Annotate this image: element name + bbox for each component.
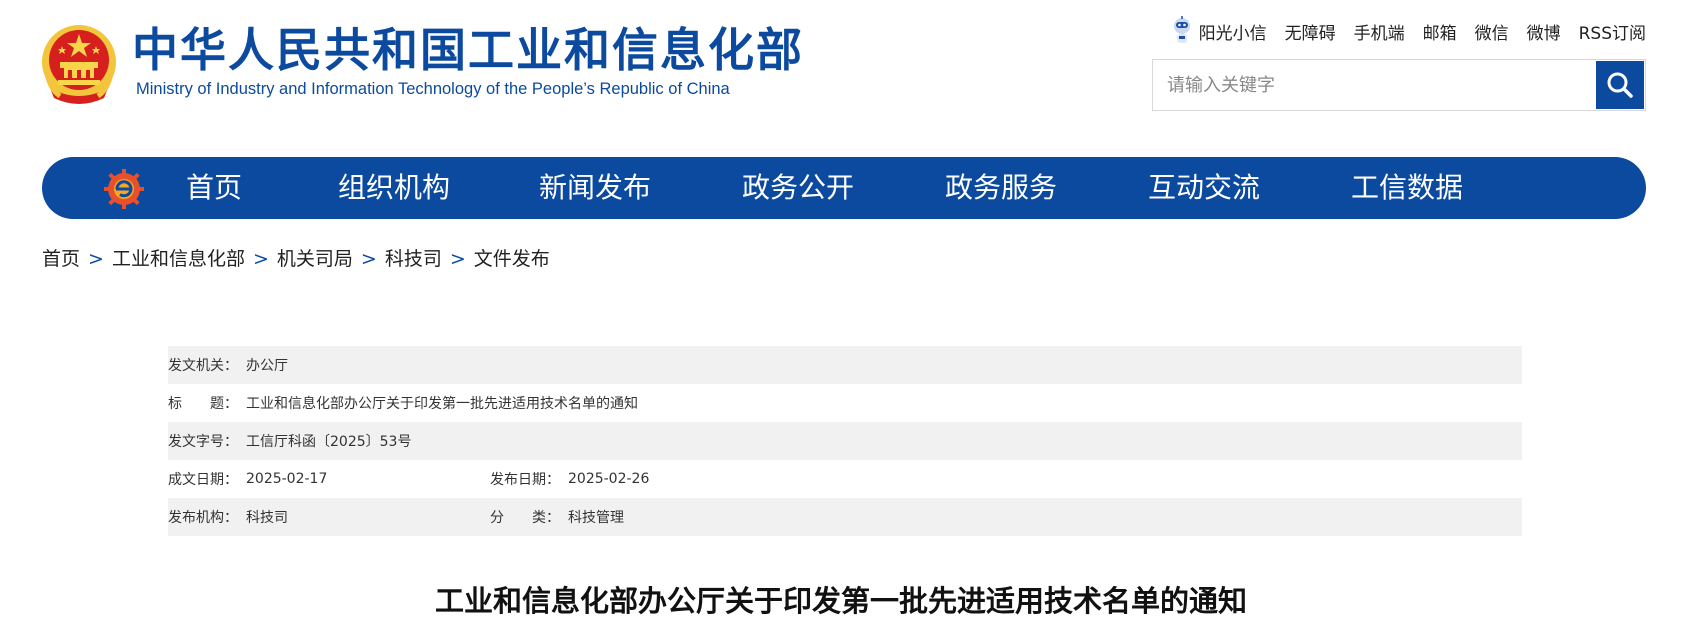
nav-item-organization[interactable]: 组织机构 xyxy=(338,157,450,219)
miit-gear-logo-icon[interactable] xyxy=(104,169,144,209)
category-label: 分 类： xyxy=(490,510,560,526)
nav-item-data[interactable]: 工信数据 xyxy=(1351,157,1463,219)
national-emblem-icon[interactable] xyxy=(40,22,118,106)
link-sunshine-xiaoxin[interactable]: 阳光小信 xyxy=(1199,19,1267,44)
docno-label: 发文字号： xyxy=(168,434,238,450)
site-logo-title[interactable]: 中华人民共和国工业和信息化部 xyxy=(132,22,804,78)
org-label: 发布机构： xyxy=(168,510,238,526)
breadcrumb-miit[interactable]: 工业和信息化部 xyxy=(112,248,245,270)
link-wechat[interactable]: 微信 xyxy=(1475,19,1509,44)
published-date-value: 2025-02-26 xyxy=(568,471,650,487)
info-row-org-category: 发布机构： 科技司 分 类： 科技管理 xyxy=(168,498,1522,536)
main-nav: 首页 组织机构 新闻发布 政务公开 政务服务 互动交流 工信数据 xyxy=(42,157,1646,219)
breadcrumb-separator: > xyxy=(360,248,377,270)
breadcrumb-home[interactable]: 首页 xyxy=(42,248,80,270)
top-links: 阳光小信 无障碍 手机端 邮箱 微信 微博 RSS订阅 xyxy=(1171,16,1646,46)
link-rss[interactable]: RSS订阅 xyxy=(1579,19,1646,44)
link-email[interactable]: 邮箱 xyxy=(1423,19,1457,44)
nav-item-government-services[interactable]: 政务服务 xyxy=(945,157,1057,219)
title-value: 工业和信息化部办公厅关于印发第一批先进适用技术名单的通知 xyxy=(246,396,638,412)
created-date-label: 成文日期： xyxy=(168,472,238,488)
info-row-dates: 成文日期： 2025-02-17 发布日期： 2025-02-26 xyxy=(168,460,1522,498)
breadcrumb-science-dept[interactable]: 科技司 xyxy=(385,248,442,270)
article-title: 工业和信息化部办公厅关于印发第一批先进适用技术名单的通知 xyxy=(434,584,1247,618)
robot-mascot-icon[interactable] xyxy=(1171,16,1193,46)
search-input[interactable] xyxy=(1153,60,1595,110)
issuer-value: 办公厅 xyxy=(246,358,288,374)
link-accessibility[interactable]: 无障碍 xyxy=(1285,19,1336,44)
breadcrumb: 首页 > 工业和信息化部 > 机关司局 > 科技司 > 文件发布 xyxy=(42,244,550,271)
search-icon xyxy=(1607,72,1633,98)
breadcrumb-departments[interactable]: 机关司局 xyxy=(277,248,353,270)
issuer-label: 发文机关： xyxy=(168,358,238,374)
created-date-value: 2025-02-17 xyxy=(246,471,328,487)
published-date-label: 发布日期： xyxy=(490,472,560,488)
org-value: 科技司 xyxy=(246,510,288,526)
nav-item-interaction[interactable]: 互动交流 xyxy=(1148,157,1260,219)
docno-value: 工信厅科函〔2025〕53号 xyxy=(246,434,412,450)
breadcrumb-separator: > xyxy=(252,248,269,270)
breadcrumb-documents[interactable]: 文件发布 xyxy=(474,248,550,270)
category-value: 科技管理 xyxy=(568,510,624,526)
info-row-title: 标 题： 工业和信息化部办公厅关于印发第一批先进适用技术名单的通知 xyxy=(168,384,1522,422)
site-logo-subtitle[interactable]: Ministry of Industry and Information Tec… xyxy=(136,80,730,99)
breadcrumb-separator: > xyxy=(449,248,466,270)
search-button[interactable] xyxy=(1596,61,1644,109)
nav-item-home[interactable]: 首页 xyxy=(186,157,242,219)
info-row-docno: 发文字号： 工信厅科函〔2025〕53号 xyxy=(168,422,1522,460)
title-label: 标 题： xyxy=(168,396,238,412)
search-box xyxy=(1152,59,1646,111)
link-weibo[interactable]: 微博 xyxy=(1527,19,1561,44)
breadcrumb-separator: > xyxy=(88,248,104,270)
nav-item-news[interactable]: 新闻发布 xyxy=(539,157,651,219)
nav-item-government-affairs[interactable]: 政务公开 xyxy=(742,157,854,219)
document-info-table: 发文机关： 办公厅 标 题： 工业和信息化部办公厅关于印发第一批先进适用技术名单… xyxy=(168,346,1522,536)
link-mobile[interactable]: 手机端 xyxy=(1354,19,1405,44)
site-header: 中华人民共和国工业和信息化部 Ministry of Industry and … xyxy=(0,0,1682,150)
info-row-issuer: 发文机关： 办公厅 xyxy=(168,346,1522,384)
